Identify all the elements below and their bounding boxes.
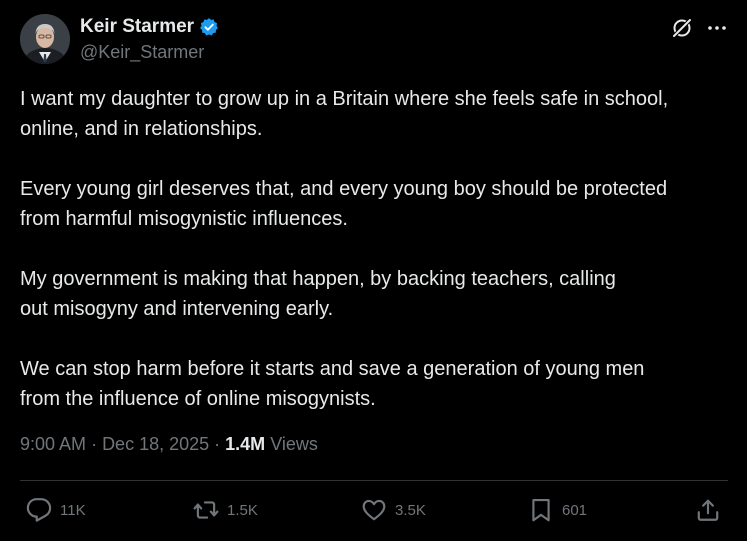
tweet-time[interactable]: 9:00 AM [20,434,86,454]
bookmark-icon [532,498,550,522]
tweet-date[interactable]: Dec 18, 2025 [102,434,209,454]
tweet-paragraph: I want my daughter to grow up in a Brita… [20,88,669,140]
tweet-meta: 9:00 AM · Dec 18, 2025 · 1.4M Views [20,434,318,455]
avatar-image [20,14,70,64]
share-icon [697,499,719,521]
views-count: 1.4M [225,434,266,454]
repost-button[interactable]: 1.5K [193,497,258,523]
like-button[interactable]: 3.5K [361,497,426,523]
more-options-icon[interactable] [705,16,729,40]
share-button[interactable] [695,497,721,523]
avatar[interactable] [20,14,70,64]
tweet-paragraph: Every young girl deserves that, and ever… [20,178,668,230]
tweet-paragraph: My government is making that happen, by … [20,268,616,320]
divider [20,480,728,481]
heart-icon [362,499,386,521]
reply-count: 11K [60,501,86,519]
meta-separator: · [91,434,103,454]
repost-icon [193,501,219,519]
reply-icon [26,498,52,522]
display-name[interactable]: Keir Starmer [80,16,194,38]
like-count: 3.5K [395,501,426,519]
bookmark-count: 601 [562,501,588,519]
author-handle[interactable]: @Keir_Starmer [80,42,204,63]
meta-separator: · [214,434,226,454]
tweet-text: I want my daughter to grow up in a Brita… [20,84,732,444]
author-name-row[interactable]: Keir Starmer [80,16,219,38]
tweet-paragraph: We can stop harm before it starts and sa… [20,358,645,410]
repost-count: 1.5K [227,501,258,519]
action-bar: 11K 1.5K 3.5K 601 [26,497,726,525]
bookmark-button[interactable]: 601 [528,497,587,523]
views-label: Views [270,434,318,454]
grok-icon[interactable] [670,16,694,40]
verified-badge-icon [200,18,218,36]
reply-button[interactable]: 11K [26,497,86,523]
